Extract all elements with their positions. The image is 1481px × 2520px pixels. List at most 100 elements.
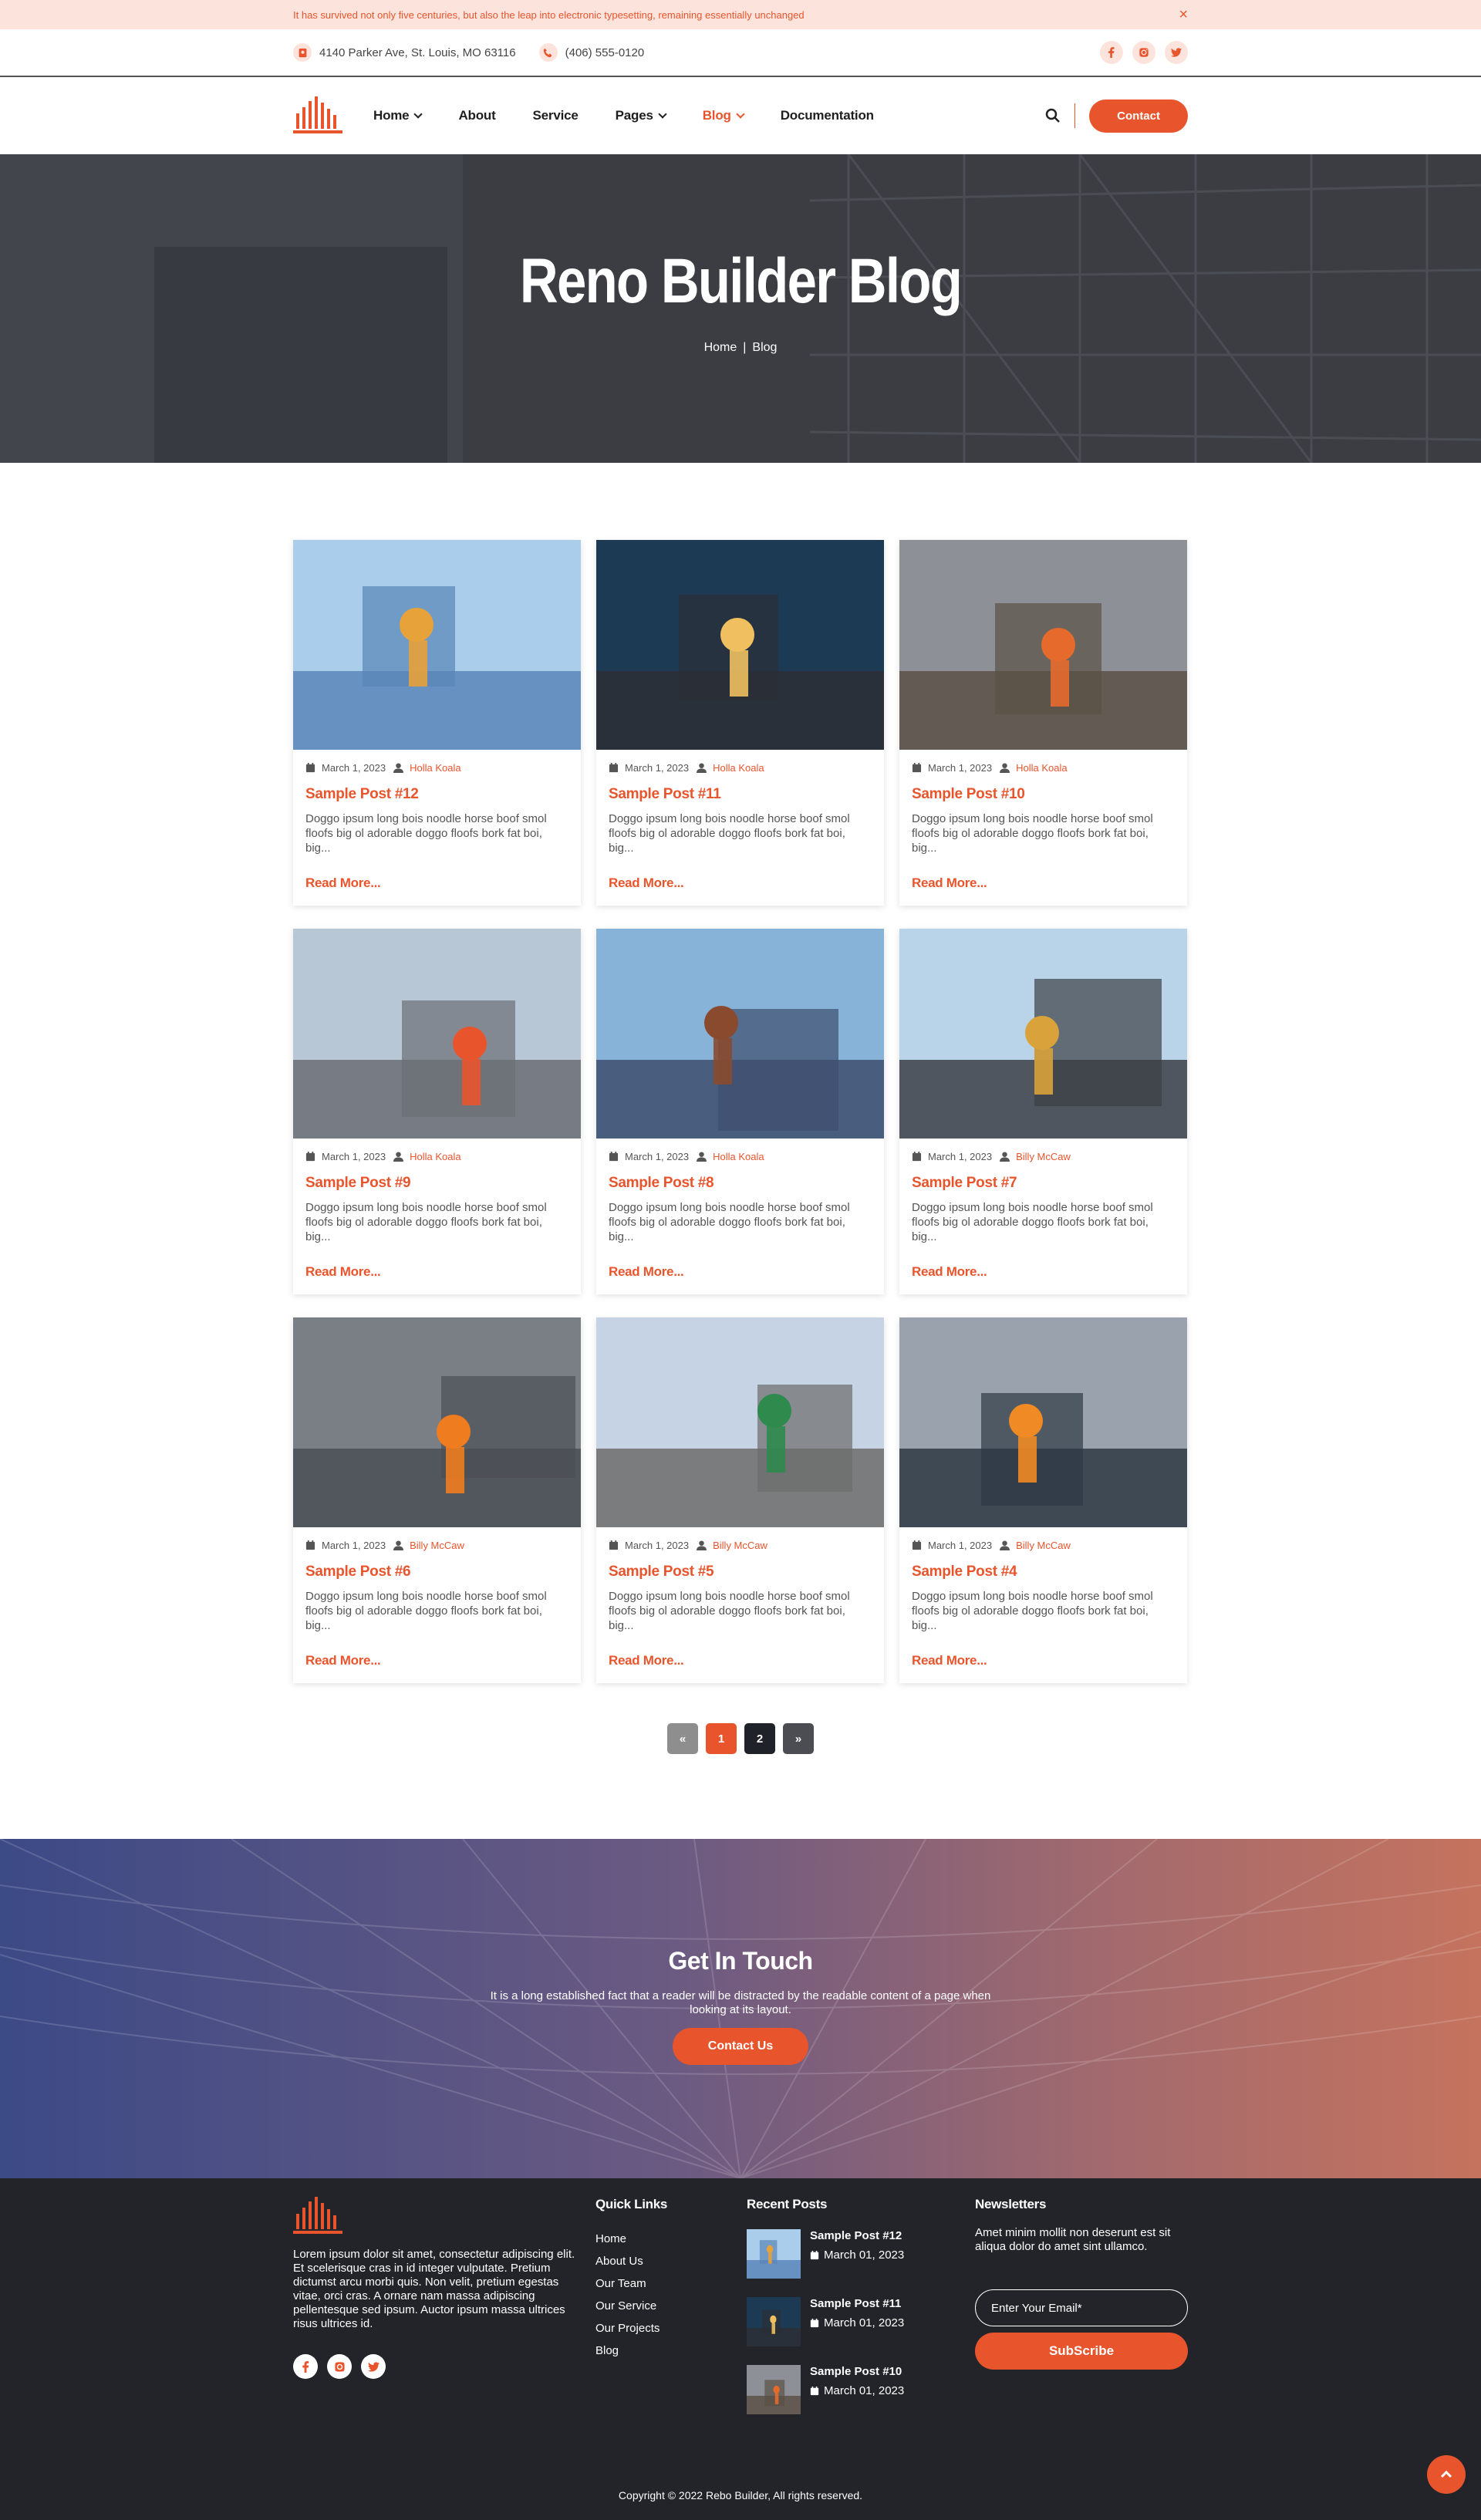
recent-post-date: March 01, 2023 <box>824 2248 905 2262</box>
post-thumbnail[interactable] <box>899 540 1187 750</box>
announcement-bar: It has survived not only five centuries,… <box>0 0 1481 29</box>
post-meta: March 1, 2023 Billy McCaw <box>912 1151 1175 1162</box>
footer-link-service[interactable]: Our Service <box>595 2299 747 2313</box>
blog-card: March 1, 2023 Holla Koala Sample Post #11 D… <box>596 540 884 906</box>
post-title[interactable]: Sample Post #5 <box>609 1564 872 1580</box>
post-thumbnail[interactable] <box>899 929 1187 1139</box>
post-title[interactable]: Sample Post #8 <box>609 1175 872 1192</box>
blog-card: March 1, 2023 Holla Koala Sample Post #8 Do… <box>596 929 884 1294</box>
post-date: March 1, 2023 <box>928 1540 993 1551</box>
post-title[interactable]: Sample Post #6 <box>305 1564 568 1580</box>
post-excerpt: Doggo ipsum long bois noodle horse boof … <box>609 812 850 855</box>
post-author[interactable]: Holla Koala <box>713 1151 764 1162</box>
contact-button[interactable]: Contact <box>1089 99 1188 133</box>
post-thumbnail[interactable] <box>596 1317 884 1527</box>
recent-post-thumbnail[interactable] <box>747 2229 801 2279</box>
nav-blog[interactable]: Blog <box>703 108 745 123</box>
calendar-icon <box>609 1152 619 1162</box>
read-more-link[interactable]: Read More... <box>609 875 684 891</box>
post-title[interactable]: Sample Post #10 <box>912 786 1175 803</box>
footer-link-team[interactable]: Our Team <box>595 2277 747 2290</box>
footer-twitter-icon[interactable] <box>361 2354 386 2379</box>
search-icon[interactable] <box>1045 108 1061 123</box>
info-bar: 4140 Parker Ave, St. Louis, MO 63116 (40… <box>0 29 1481 77</box>
first-page-button[interactable]: « <box>667 1723 698 1754</box>
footer-link-projects[interactable]: Our Projects <box>595 2322 747 2335</box>
post-title[interactable]: Sample Post #9 <box>305 1175 568 1192</box>
scroll-to-top-button[interactable] <box>1427 2455 1466 2494</box>
footer-facebook-icon[interactable] <box>293 2354 318 2379</box>
post-title[interactable]: Sample Post #7 <box>912 1175 1175 1192</box>
post-author[interactable]: Holla Koala <box>713 762 764 774</box>
read-more-link[interactable]: Read More... <box>912 1264 987 1280</box>
nav-service[interactable]: Service <box>533 108 579 123</box>
post-thumbnail[interactable] <box>899 1317 1187 1527</box>
nav-documentation[interactable]: Documentation <box>781 108 874 123</box>
recent-post-thumbnail[interactable] <box>747 2297 801 2346</box>
post-thumbnail[interactable] <box>596 929 884 1139</box>
recent-post-thumbnail[interactable] <box>747 2365 801 2414</box>
post-title[interactable]: Sample Post #11 <box>609 786 872 803</box>
calendar-icon <box>912 763 922 773</box>
user-icon <box>697 1540 707 1550</box>
post-thumbnail[interactable] <box>596 540 884 750</box>
site-logo[interactable] <box>293 96 342 135</box>
chevron-down-icon <box>413 110 423 119</box>
read-more-link[interactable]: Read More... <box>305 875 381 891</box>
page-title: Reno Builder Blog <box>519 246 963 316</box>
close-icon[interactable]: × <box>1179 7 1188 22</box>
location-icon <box>293 43 312 62</box>
facebook-icon[interactable] <box>1100 41 1123 64</box>
subscribe-button[interactable]: SubScribe <box>975 2333 1188 2370</box>
post-author[interactable]: Holla Koala <box>1016 762 1068 774</box>
footer-instagram-icon[interactable] <box>327 2354 352 2379</box>
read-more-link[interactable]: Read More... <box>609 1264 684 1280</box>
contact-us-button[interactable]: Contact Us <box>672 2028 809 2065</box>
post-author[interactable]: Holla Koala <box>410 762 461 774</box>
newsletter-email-input[interactable] <box>975 2289 1188 2326</box>
post-thumbnail[interactable] <box>293 540 581 750</box>
read-more-link[interactable]: Read More... <box>305 1653 381 1668</box>
pagination: « 1 2 » <box>293 1723 1188 1754</box>
page-button-1[interactable]: 1 <box>706 1723 737 1754</box>
instagram-icon[interactable] <box>1132 41 1155 64</box>
phone-icon <box>538 43 558 62</box>
read-more-link[interactable]: Read More... <box>912 875 987 891</box>
read-more-link[interactable]: Read More... <box>912 1653 987 1668</box>
recent-post-title[interactable]: Sample Post #11 <box>810 2297 904 2310</box>
get-in-touch-section: Get In Touch It is a long established fa… <box>0 1839 1481 2178</box>
footer-logo[interactable] <box>293 2197 595 2235</box>
recent-post-title[interactable]: Sample Post #10 <box>810 2365 904 2378</box>
blog-card: March 1, 2023 Billy McCaw Sample Post #4 Do… <box>899 1317 1187 1683</box>
nav-home[interactable]: Home <box>373 108 423 123</box>
hero-banner: Reno Builder Blog Home | Blog <box>0 154 1481 463</box>
post-title[interactable]: Sample Post #12 <box>305 786 568 803</box>
page-button-2[interactable]: 2 <box>744 1723 775 1754</box>
main-menu: Home About Service Pages Blog Documentat… <box>373 108 1045 123</box>
footer-link-blog[interactable]: Blog <box>595 2344 747 2357</box>
phone-info[interactable]: (406) 555-0120 <box>538 43 644 62</box>
post-thumbnail[interactable] <box>293 1317 581 1527</box>
breadcrumb-separator: | <box>743 341 747 354</box>
nav-pages[interactable]: Pages <box>616 108 667 123</box>
read-more-link[interactable]: Read More... <box>609 1653 684 1668</box>
recent-post-title[interactable]: Sample Post #12 <box>810 2229 904 2242</box>
footer-link-home[interactable]: Home <box>595 2232 747 2245</box>
post-author[interactable]: Billy McCaw <box>410 1540 464 1551</box>
read-more-link[interactable]: Read More... <box>305 1264 381 1280</box>
breadcrumb-home[interactable]: Home <box>704 341 737 355</box>
post-author[interactable]: Holla Koala <box>410 1151 461 1162</box>
last-page-button[interactable]: » <box>783 1723 814 1754</box>
post-author[interactable]: Billy McCaw <box>1016 1540 1071 1551</box>
post-author[interactable]: Billy McCaw <box>713 1540 767 1551</box>
post-meta: March 1, 2023 Holla Koala <box>305 1151 568 1162</box>
post-meta: March 1, 2023 Holla Koala <box>305 762 568 774</box>
post-thumbnail[interactable] <box>293 929 581 1139</box>
twitter-icon[interactable] <box>1165 41 1188 64</box>
quick-links-heading: Quick Links <box>595 2197 668 2211</box>
nav-about[interactable]: About <box>458 108 495 123</box>
footer-link-about[interactable]: About Us <box>595 2255 747 2268</box>
blog-card: March 1, 2023 Billy McCaw Sample Post #6 Do… <box>293 1317 581 1683</box>
post-author[interactable]: Billy McCaw <box>1016 1151 1071 1162</box>
post-title[interactable]: Sample Post #4 <box>912 1564 1175 1580</box>
